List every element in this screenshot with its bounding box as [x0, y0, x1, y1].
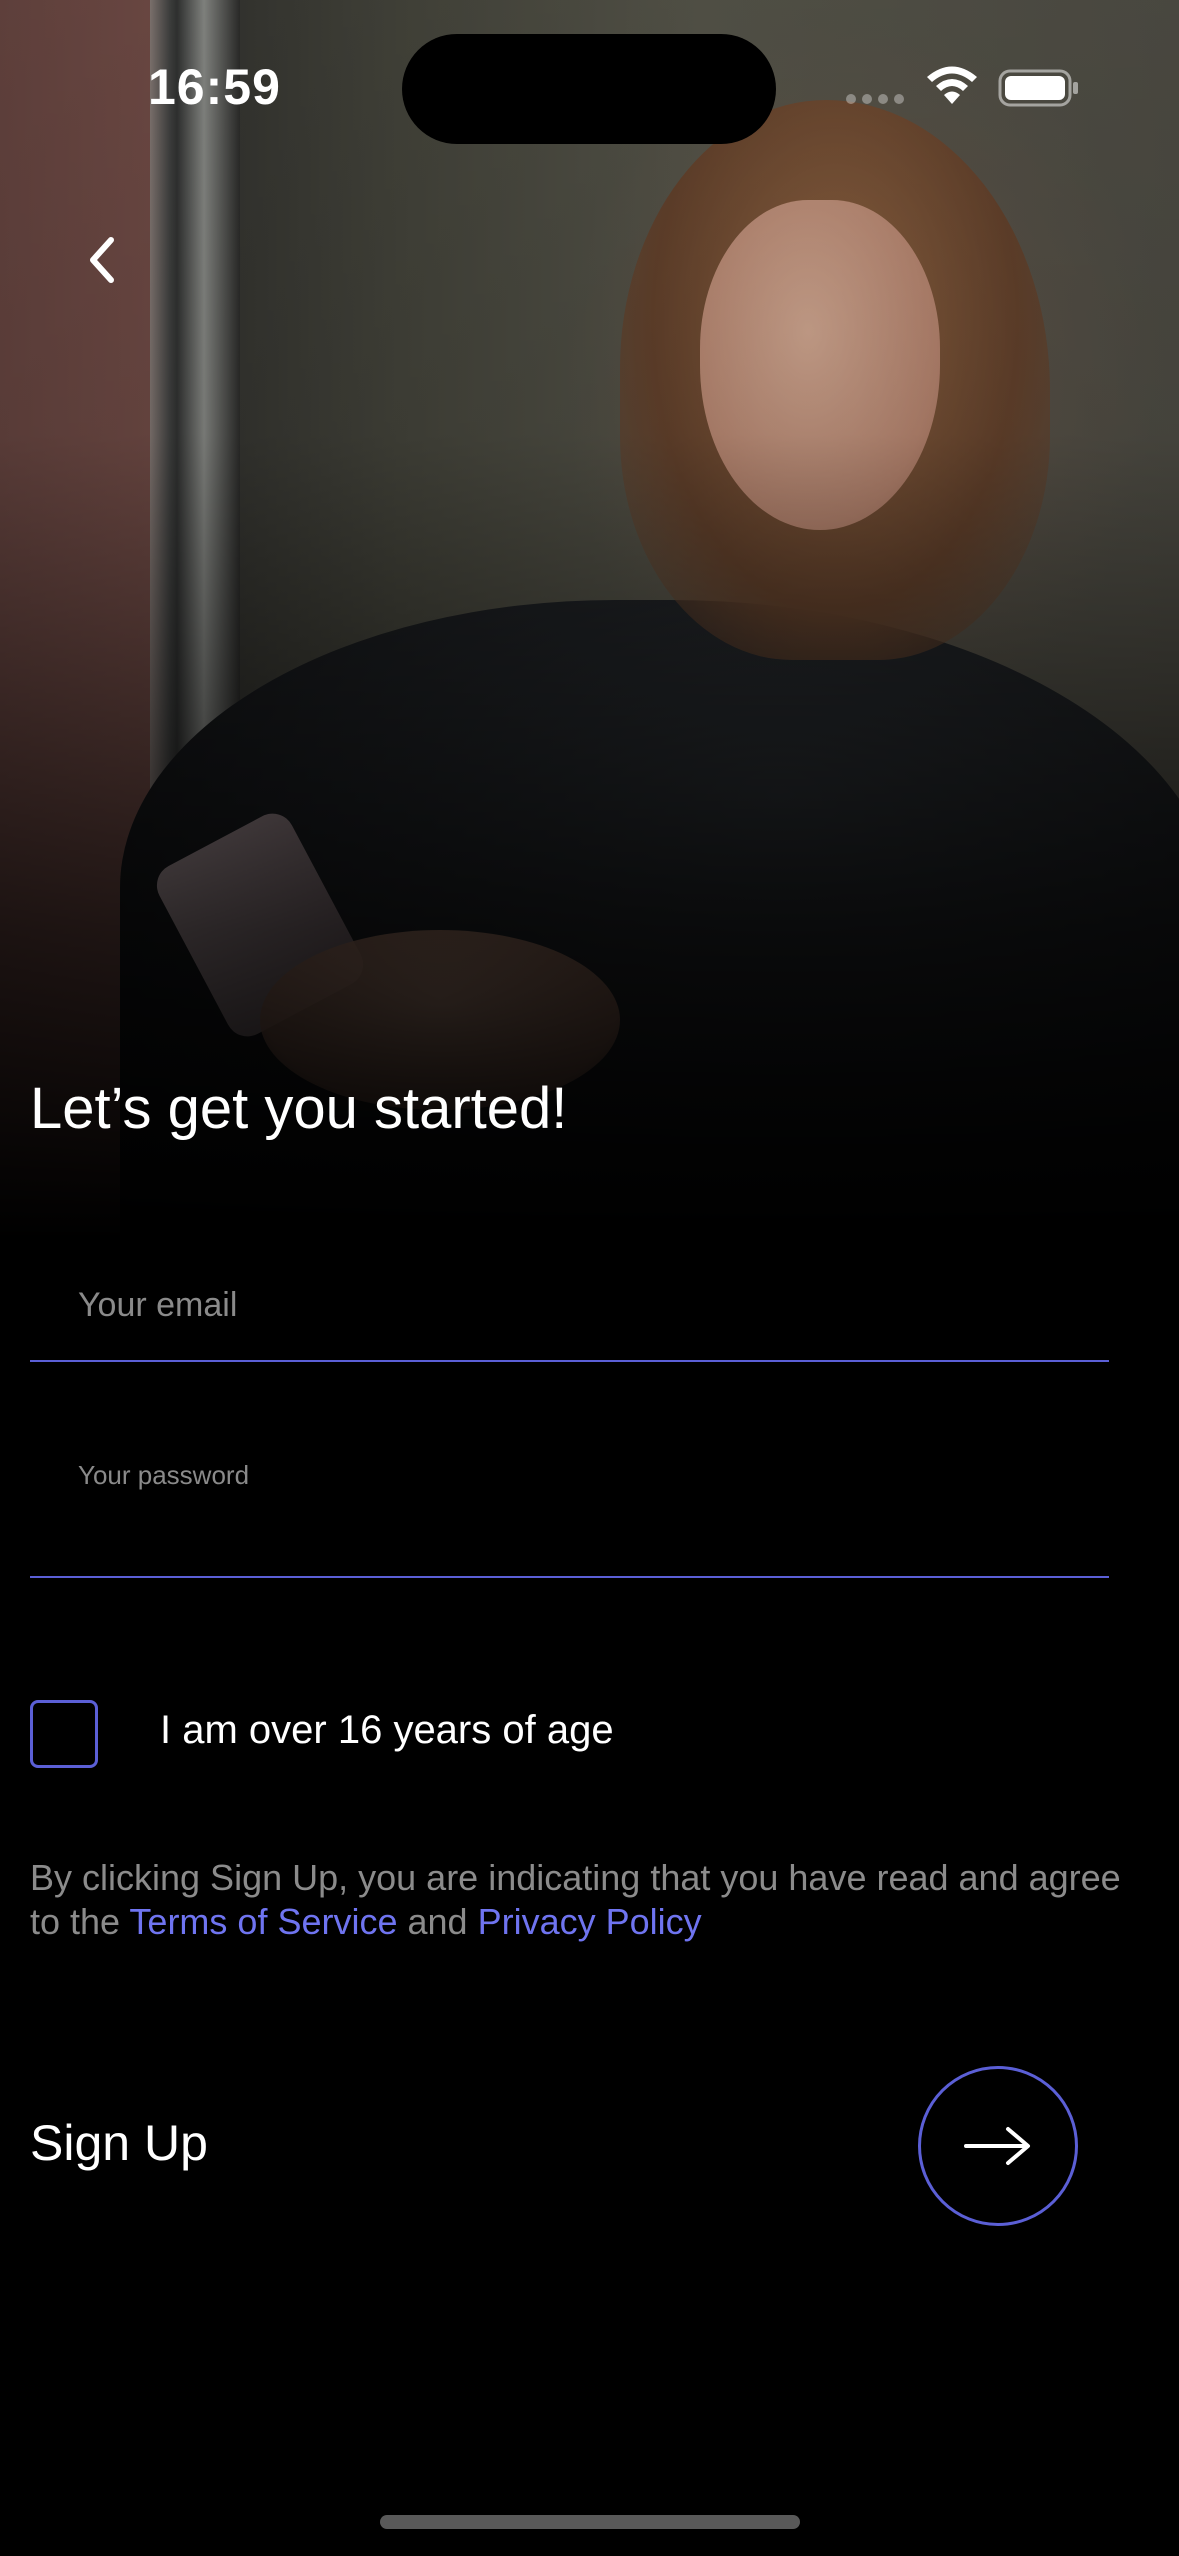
privacy-policy-link[interactable]: Privacy Policy: [478, 1901, 702, 1942]
back-button[interactable]: [72, 230, 132, 290]
email-field[interactable]: [78, 1270, 1078, 1340]
age-checkbox-label[interactable]: I am over 16 years of age: [160, 1708, 614, 1753]
dynamic-island: [402, 34, 776, 144]
terms-notice: By clicking Sign Up, you are indicating …: [30, 1856, 1150, 1944]
signup-screen: 16:59 Let’s get you started! I am over 1…: [0, 0, 1179, 2556]
hero-gradient-overlay: [0, 0, 1179, 1240]
signup-button[interactable]: [918, 2066, 1078, 2226]
terms-and-text: and: [397, 1901, 478, 1942]
status-time: 16:59: [148, 59, 281, 115]
terms-of-service-link[interactable]: Terms of Service: [129, 1901, 397, 1942]
password-field[interactable]: [78, 1450, 1078, 1500]
arrow-right-icon: [964, 2127, 1030, 2165]
wifi-icon: [927, 66, 977, 104]
hero-photo: [0, 0, 1179, 1240]
cellular-signal-icon: [846, 94, 904, 104]
signup-label: Sign Up: [30, 2115, 208, 2171]
password-field-container: [30, 1430, 1109, 1578]
email-field-container: [30, 1230, 1109, 1362]
battery-icon: [998, 69, 1078, 107]
home-indicator[interactable]: [380, 2515, 800, 2529]
chevron-left-icon: [90, 237, 114, 283]
age-checkbox[interactable]: [30, 1700, 98, 1768]
page-title: Let’s get you started!: [30, 1076, 568, 1141]
